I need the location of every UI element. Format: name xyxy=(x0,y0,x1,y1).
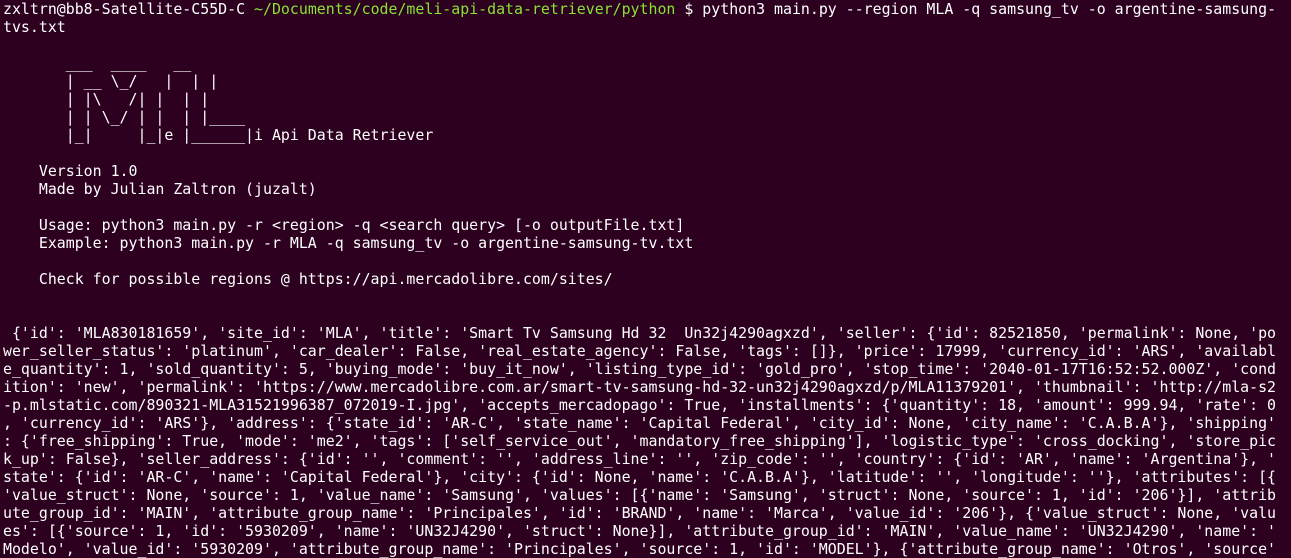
output-line: 'value_struct': None, 'source': 1, 'valu… xyxy=(3,486,1277,504)
output-line: k_up': False}, 'seller_address': {'id': … xyxy=(3,450,1277,468)
author-text: Made by Julian Zaltron (juzalt) xyxy=(3,180,317,198)
banner-line: | | \_/ | | | |____ xyxy=(3,108,246,126)
output-line: state': {'id': 'AR-C', 'name': 'Capital … xyxy=(3,468,1277,486)
output-line: es': [{'source': 1, 'id': '5930209', 'na… xyxy=(3,522,1277,540)
usage-text: Usage: python3 main.py -r <region> -q <s… xyxy=(3,216,685,234)
prompt-line: zxltrn@bb8-Satellite-C55D-C ~/Documents/… xyxy=(3,0,1291,18)
output-line: wer_seller_status': 'platinum', 'car_dea… xyxy=(3,342,1277,360)
prompt-path: ~/Documents/code/meli-api-data-retriever… xyxy=(254,0,676,18)
output-line: -p.mlstatic.com/890321-MLA31521996387_07… xyxy=(3,396,1277,414)
regions-hint-text: Check for possible regions @ https://api… xyxy=(3,270,613,288)
command-wrap-line: tvs.txt xyxy=(3,18,66,36)
output-line: ute_group_id': 'MAIN', 'attribute_group_… xyxy=(3,504,1277,522)
banner-line: |_| |_|e |______|i Api Data Retriever xyxy=(3,126,434,144)
banner-line: | |\ /| | | | xyxy=(3,90,210,108)
output-line: ition': 'new', 'permalink': 'https://www… xyxy=(3,378,1277,396)
terminal-window[interactable]: zxltrn@bb8-Satellite-C55D-C ~/Documents/… xyxy=(0,0,1291,558)
version-text: Version 1.0 xyxy=(3,162,138,180)
output-line: , 'currency_id': 'ARS'}, 'address': {'st… xyxy=(3,414,1277,432)
banner-line: ___ ____ __ xyxy=(3,54,192,72)
output-line: e_quantity': 1, 'sold_quantity': 5, 'buy… xyxy=(3,360,1277,378)
banner-line: | __ \_/ | | | xyxy=(3,72,219,90)
prompt-user-host: zxltrn@bb8-Satellite-C55D-C xyxy=(3,0,246,18)
output-line: Modelo', 'value_id': '5930209', 'attribu… xyxy=(3,540,1277,558)
output-line: {'id': 'MLA830181659', 'site_id': 'MLA',… xyxy=(3,324,1277,342)
example-text: Example: python3 main.py -r MLA -q samsu… xyxy=(3,234,694,252)
command-text: python3 main.py --region MLA -q samsung_… xyxy=(702,0,1277,18)
output-line: : {'free_shipping': True, 'mode': 'me2',… xyxy=(3,432,1277,450)
prompt-symbol: $ xyxy=(684,0,694,18)
